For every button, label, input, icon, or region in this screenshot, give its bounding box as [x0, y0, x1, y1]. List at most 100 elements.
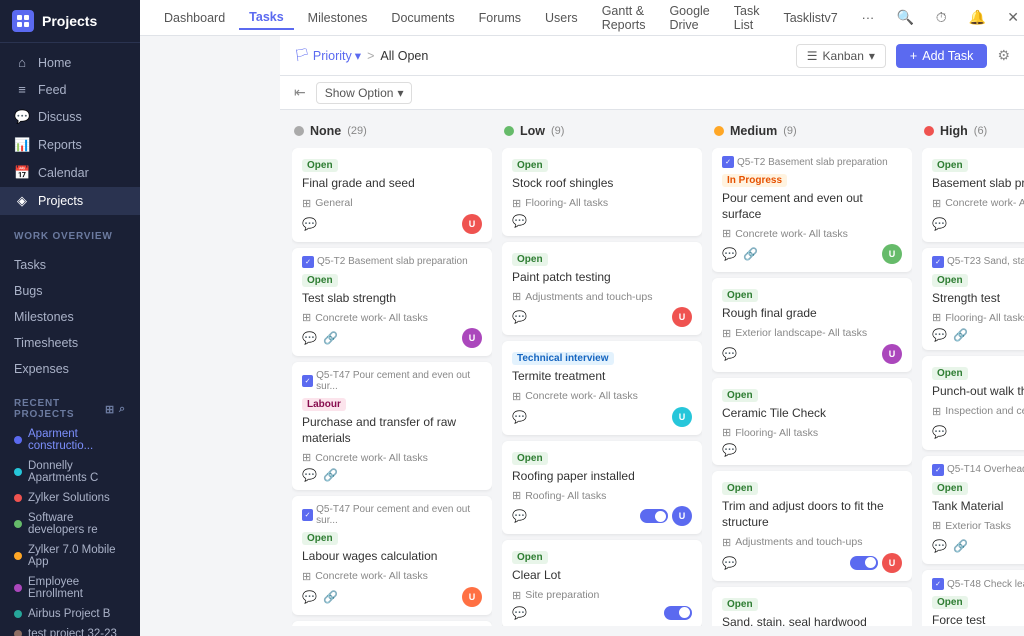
link-icon[interactable]: 🔗 — [323, 590, 338, 604]
link-icon[interactable]: 🔗 — [953, 539, 968, 553]
recent-project-apt[interactable]: Aparment constructio... — [0, 424, 140, 456]
search-project-icon[interactable]: ⌕ — [119, 403, 126, 416]
priority-filter[interactable]: 🏳 Priority ▾ — [294, 48, 361, 63]
sub-toolbar: ⇤ Show Option ▾ — [280, 76, 1024, 110]
card[interactable]: OpenTrim and adjust doors to fit the str… — [712, 471, 912, 580]
sidebar-logo[interactable]: Projects — [0, 0, 140, 43]
comment-icon[interactable]: 💬 — [302, 331, 317, 345]
comment-icon[interactable]: 💬 — [932, 539, 947, 553]
card-footer: 💬 🔗 U — [302, 587, 482, 607]
card-footer-icons: 💬 🔗 — [932, 328, 968, 342]
card[interactable]: OpenClear Lot ⊞ Site preparation 💬 — [502, 540, 702, 626]
sidebar-item-bugs[interactable]: Bugs — [0, 278, 140, 304]
add-project-icon[interactable]: ⊞ — [105, 403, 115, 416]
link-icon[interactable]: 🔗 — [953, 328, 968, 342]
comment-icon[interactable]: 💬 — [512, 410, 527, 424]
card-badge: Open — [932, 596, 968, 609]
card[interactable]: ✓ Q5-T14 Overhead Tank OpenTank Material… — [922, 456, 1024, 565]
card[interactable]: OpenBasement slab preparation ⊞ Concrete… — [922, 148, 1024, 242]
task-meta-icon: ⊞ — [932, 405, 941, 418]
comment-icon[interactable]: 💬 — [722, 443, 737, 457]
card-task-id: ✓ Q5-T23 Sand, stain, seal hardwood — [932, 256, 1024, 268]
card-meta: ⊞ Concrete work- All tasks — [302, 570, 482, 583]
card[interactable]: OpenPunch-out walk through list ⊞ Inspec… — [922, 356, 1024, 450]
task-meta-icon: ⊞ — [302, 311, 311, 324]
recent-project-software[interactable]: Software developers re — [0, 508, 140, 540]
comment-icon[interactable]: 💬 — [512, 509, 527, 523]
show-option-button[interactable]: Show Option ▾ — [316, 82, 413, 104]
card[interactable]: OpenRoofing paper installed ⊞ Roofing- A… — [502, 441, 702, 535]
sidebar-item-milestones[interactable]: Milestones — [0, 304, 140, 330]
collapse-button[interactable]: ⇤ — [294, 84, 306, 101]
card[interactable]: OpenFinal grade and seed ⊞ General 💬 U — [292, 148, 492, 242]
toggle[interactable] — [664, 606, 692, 620]
breadcrumb-current: All Open — [380, 49, 428, 63]
card[interactable]: ✓ Q5-T47 Pour cement and even out sur...… — [292, 362, 492, 490]
card[interactable]: ✓ Q5-T2 Basement slab preparation OpenTe… — [292, 248, 492, 357]
card-footer-icons: 💬 — [512, 310, 527, 324]
recent-project-donnelly[interactable]: Donnelly Apartments C — [0, 456, 140, 488]
comment-icon[interactable]: 💬 — [932, 425, 947, 439]
toggle[interactable] — [850, 556, 878, 570]
comment-icon[interactable]: 💬 — [722, 556, 737, 570]
kanban-board: None (29) OpenFinal grade and seed ⊞ Gen… — [280, 110, 1024, 636]
comment-icon[interactable]: 💬 — [302, 468, 317, 482]
sidebar-item-calendar[interactable]: 📅Calendar — [0, 159, 140, 187]
card[interactable]: ✓ Q5-T48 Check leakages OpenForce test ⊞… — [922, 570, 1024, 626]
recent-project-zylker[interactable]: Zylker Solutions — [0, 488, 140, 508]
sidebar-item-home[interactable]: ⌂Home — [0, 49, 140, 76]
sidebar-item-feed[interactable]: ≡Feed — [0, 76, 140, 103]
card[interactable]: OpenStock roof shingles ⊞ Flooring- All … — [502, 148, 702, 236]
task-id-icon: ✓ — [932, 464, 944, 476]
link-icon[interactable]: 🔗 — [743, 247, 758, 261]
col-title-high: High — [940, 124, 968, 138]
card-footer: 💬 🔗 U — [932, 536, 1024, 556]
recent-project-test1[interactable]: test project 32-23 — [0, 624, 140, 636]
comment-icon[interactable]: 💬 — [722, 347, 737, 361]
card[interactable]: OpenRough final grade ⊞ Exterior landsca… — [712, 278, 912, 372]
task-meta-icon: ⊞ — [932, 197, 941, 210]
link-icon[interactable]: 🔗 — [323, 331, 338, 345]
recent-project-mobile[interactable]: Zylker 7.0 Mobile App — [0, 540, 140, 572]
comment-icon[interactable]: 💬 — [302, 217, 317, 231]
col-dot-none — [294, 126, 304, 136]
card[interactable]: Recruitment processHardware import ⊞ Har… — [292, 621, 492, 626]
filter-icon[interactable]: ⚙ — [997, 47, 1010, 64]
col-cards-medium: ✓ Q5-T2 Basement slab preparation In Pro… — [712, 148, 912, 626]
sidebar-item-expenses[interactable]: Expenses — [0, 356, 140, 382]
sidebar-item-reports[interactable]: 📊Reports — [0, 131, 140, 159]
card[interactable]: OpenCeramic Tile Check ⊞ Flooring- All t… — [712, 378, 912, 466]
card-avatar: U — [462, 328, 482, 348]
comment-icon[interactable]: 💬 — [512, 606, 527, 620]
card[interactable]: ✓ Q5-T2 Basement slab preparation In Pro… — [712, 148, 912, 272]
comment-icon[interactable]: 💬 — [302, 590, 317, 604]
kanban-toggle[interactable]: ☰ Kanban ▾ — [796, 44, 886, 68]
card[interactable]: OpenSand, stain, seal hardwood ⊞ Floorin… — [712, 587, 912, 626]
card[interactable]: Technical interviewTermite treatment ⊞ C… — [502, 341, 702, 435]
card-meta: ⊞ Concrete work- All tasks — [722, 227, 902, 240]
comment-icon[interactable]: 💬 — [512, 310, 527, 324]
sidebar-item-projects[interactable]: ◈Projects — [0, 187, 140, 215]
comment-icon[interactable]: 💬 — [932, 217, 947, 231]
card-footer: 💬 — [512, 214, 692, 228]
toggle[interactable] — [640, 509, 668, 523]
task-id-icon: ✓ — [302, 375, 313, 387]
sidebar-item-timesheets[interactable]: Timesheets — [0, 330, 140, 356]
comment-icon[interactable]: 💬 — [932, 328, 947, 342]
recent-project-enroll[interactable]: Employee Enrollment — [0, 572, 140, 604]
link-icon[interactable]: 🔗 — [323, 468, 338, 482]
card-meta: ⊞ Flooring- All tasks — [512, 197, 692, 210]
card-badge: Open — [722, 289, 758, 302]
card[interactable]: OpenPaint patch testing ⊞ Adjustments an… — [502, 242, 702, 336]
card[interactable]: ✓ Q5-T47 Pour cement and even out sur...… — [292, 496, 492, 615]
sidebar-item-tasks[interactable]: Tasks — [0, 252, 140, 278]
card[interactable]: ✓ Q5-T23 Sand, stain, seal hardwood Open… — [922, 248, 1024, 351]
task-meta-icon: ⊞ — [932, 311, 941, 324]
sidebar-item-discuss[interactable]: 💬Discuss — [0, 103, 140, 131]
comment-icon[interactable]: 💬 — [512, 214, 527, 228]
add-task-button[interactable]: + Add Task — [896, 44, 988, 68]
calendar-icon: 📅 — [14, 165, 30, 181]
card-meta: ⊞ Adjustments and touch-ups — [722, 536, 902, 549]
recent-project-airbus[interactable]: Airbus Project B — [0, 604, 140, 624]
comment-icon[interactable]: 💬 — [722, 247, 737, 261]
